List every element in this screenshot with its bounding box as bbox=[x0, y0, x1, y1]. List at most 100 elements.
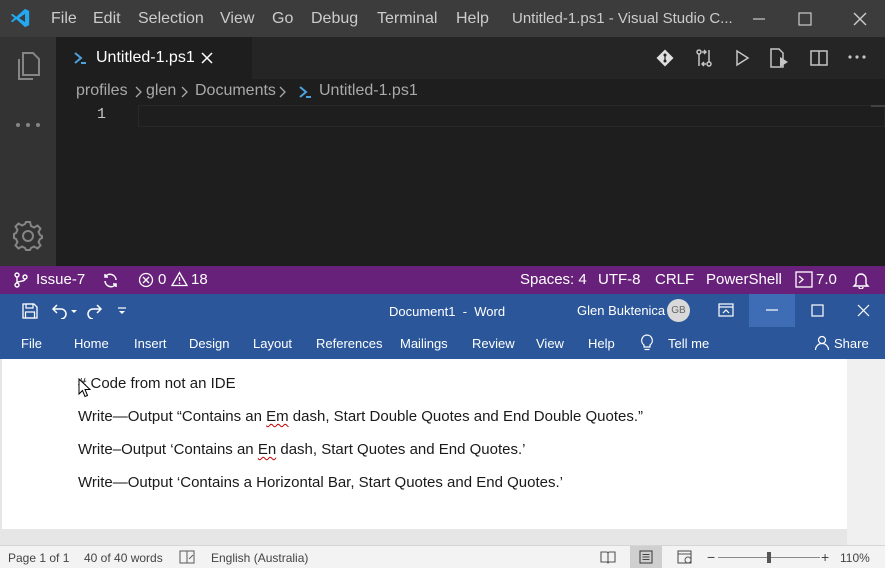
more-actions-icon[interactable] bbox=[15, 120, 41, 130]
line-number: 1 bbox=[97, 106, 107, 123]
tab-review[interactable]: Review bbox=[472, 336, 515, 351]
language-status[interactable]: English (Australia) bbox=[211, 551, 308, 565]
breadcrumb-documents[interactable]: Documents bbox=[195, 82, 276, 100]
run-selection-icon[interactable] bbox=[768, 47, 790, 69]
tab-references[interactable]: References bbox=[316, 336, 382, 351]
error-count[interactable]: 0 bbox=[158, 271, 166, 288]
doc-line-3[interactable]: Write–Output ‘Contains an En dash, Start… bbox=[78, 441, 526, 458]
status-bar: Issue-7 0 18 Spaces: 4 UTF-8 CRLF PowerS… bbox=[0, 266, 885, 294]
activity-bar bbox=[0, 37, 56, 266]
gear-icon[interactable] bbox=[12, 220, 44, 252]
doc-line-4[interactable]: Write―Output ‘Contains a Horizontal Bar,… bbox=[78, 474, 563, 491]
menu-view[interactable]: View bbox=[220, 10, 254, 28]
chevron-right-icon bbox=[279, 86, 286, 98]
maximize-icon[interactable] bbox=[811, 304, 824, 317]
split-editor-icon[interactable] bbox=[809, 48, 829, 68]
maximize-icon[interactable] bbox=[794, 8, 816, 30]
proofing-icon[interactable] bbox=[179, 550, 195, 564]
redo-icon[interactable] bbox=[86, 303, 104, 319]
sync-icon[interactable] bbox=[102, 272, 119, 289]
share-button[interactable]: Share bbox=[834, 336, 869, 351]
tab-mailings[interactable]: Mailings bbox=[400, 336, 448, 351]
chevron-right-icon bbox=[135, 86, 142, 98]
git-branch-name[interactable]: Issue-7 bbox=[36, 271, 85, 288]
editor-tab-bar: Untitled-1.ps1 bbox=[56, 37, 885, 79]
avatar[interactable]: GB bbox=[667, 299, 690, 322]
menu-go[interactable]: Go bbox=[272, 10, 293, 28]
lightbulb-icon bbox=[641, 334, 653, 351]
tab-help[interactable]: Help bbox=[588, 336, 615, 351]
menu-file[interactable]: File bbox=[51, 10, 77, 28]
zoom-slider-thumb[interactable] bbox=[767, 552, 771, 563]
breadcrumb-profiles[interactable]: profiles bbox=[76, 82, 128, 100]
minimap-slider[interactable] bbox=[871, 105, 885, 107]
warning-icon bbox=[171, 271, 188, 287]
customize-toolbar-icon[interactable] bbox=[117, 306, 127, 316]
menu-terminal[interactable]: Terminal bbox=[377, 10, 437, 28]
close-icon[interactable] bbox=[849, 8, 871, 30]
undo-icon[interactable] bbox=[50, 303, 78, 319]
run-icon[interactable] bbox=[733, 49, 751, 67]
tab-layout[interactable]: Layout bbox=[253, 336, 292, 351]
tab-file[interactable]: File bbox=[21, 336, 42, 351]
bell-icon[interactable] bbox=[852, 271, 870, 289]
tab-insert[interactable]: Insert bbox=[134, 336, 167, 351]
vscode-window: File Edit Selection View Go Debug Termin… bbox=[0, 0, 885, 294]
code-editor[interactable]: 1 bbox=[56, 105, 885, 266]
indentation-status[interactable]: Spaces: 4 bbox=[520, 271, 587, 288]
doc-line-2-start: Write—Output “Contains an bbox=[78, 408, 267, 425]
warning-count[interactable]: 18 bbox=[191, 271, 208, 288]
spelling-flagged-word[interactable]: En bbox=[258, 441, 276, 458]
doc-line-2[interactable]: Write—Output “Contains an Em dash, Start… bbox=[78, 408, 643, 425]
breadcrumb-glen[interactable]: glen bbox=[146, 82, 176, 100]
read-mode-icon[interactable] bbox=[600, 550, 616, 564]
close-icon[interactable] bbox=[857, 304, 870, 317]
menu-edit[interactable]: Edit bbox=[93, 10, 121, 28]
document-title: Document1 - Word bbox=[389, 304, 506, 319]
menu-debug[interactable]: Debug bbox=[311, 10, 358, 28]
ribbon-tabs: File Home Insert Design Layout Reference… bbox=[0, 327, 885, 359]
user-name[interactable]: Glen Buktenica bbox=[577, 303, 665, 318]
word-count[interactable]: 40 of 40 words bbox=[84, 551, 163, 565]
chevron-right-icon bbox=[181, 86, 188, 98]
breadcrumb-file[interactable]: Untitled-1.ps1 bbox=[319, 82, 418, 100]
save-icon[interactable] bbox=[22, 303, 38, 319]
ribbon-display-options-icon[interactable] bbox=[718, 303, 734, 317]
zoom-level[interactable]: 110% bbox=[840, 551, 870, 565]
doc-line-1[interactable]: # Code from not an IDE bbox=[78, 375, 236, 392]
vscode-titlebar: File Edit Selection View Go Debug Termin… bbox=[0, 0, 885, 37]
tab-close-icon[interactable] bbox=[200, 51, 214, 65]
tell-me-search[interactable]: Tell me bbox=[668, 336, 709, 351]
eol-status[interactable]: CRLF bbox=[655, 271, 694, 288]
page-count[interactable]: Page 1 of 1 bbox=[8, 551, 69, 565]
menu-selection[interactable]: Selection bbox=[138, 10, 204, 28]
vertical-scrollbar[interactable] bbox=[847, 359, 885, 545]
vscode-logo-icon bbox=[10, 8, 30, 28]
git-compare-icon[interactable] bbox=[656, 49, 674, 67]
mouse-cursor-icon bbox=[78, 378, 91, 398]
minimize-icon bbox=[766, 309, 778, 311]
breadcrumb: profiles glen Documents Untitled-1.ps1 bbox=[56, 79, 885, 105]
tab-view[interactable]: View bbox=[536, 336, 564, 351]
encoding-status[interactable]: UTF-8 bbox=[598, 271, 641, 288]
minimize-icon[interactable] bbox=[748, 8, 770, 30]
tab-untitled-1[interactable]: Untitled-1.ps1 bbox=[56, 37, 252, 79]
language-mode[interactable]: PowerShell bbox=[706, 271, 782, 288]
tab-home[interactable]: Home bbox=[74, 336, 109, 351]
spelling-flagged-word[interactable]: Em bbox=[266, 408, 289, 425]
word-window: Document1 - Word Glen Buktenica GB File … bbox=[0, 294, 885, 568]
more-editor-actions-icon[interactable] bbox=[848, 54, 866, 60]
doc-line-2-end: dash, Start Double Quotes and End Double… bbox=[288, 408, 644, 425]
print-layout-button[interactable] bbox=[630, 546, 662, 568]
zoom-out-button[interactable]: − bbox=[707, 549, 715, 565]
minimize-button[interactable] bbox=[749, 294, 795, 327]
open-changes-icon[interactable] bbox=[694, 48, 714, 68]
zoom-in-button[interactable]: + bbox=[821, 549, 829, 565]
web-layout-icon[interactable] bbox=[677, 550, 693, 564]
document-page[interactable]: # Code from not an IDE Write—Output “Con… bbox=[2, 359, 847, 529]
explorer-icon[interactable] bbox=[14, 51, 42, 81]
menu-help[interactable]: Help bbox=[456, 10, 489, 28]
git-branch-icon bbox=[14, 272, 28, 288]
tab-design[interactable]: Design bbox=[189, 336, 229, 351]
powershell-version[interactable]: 7.0 bbox=[816, 271, 837, 288]
